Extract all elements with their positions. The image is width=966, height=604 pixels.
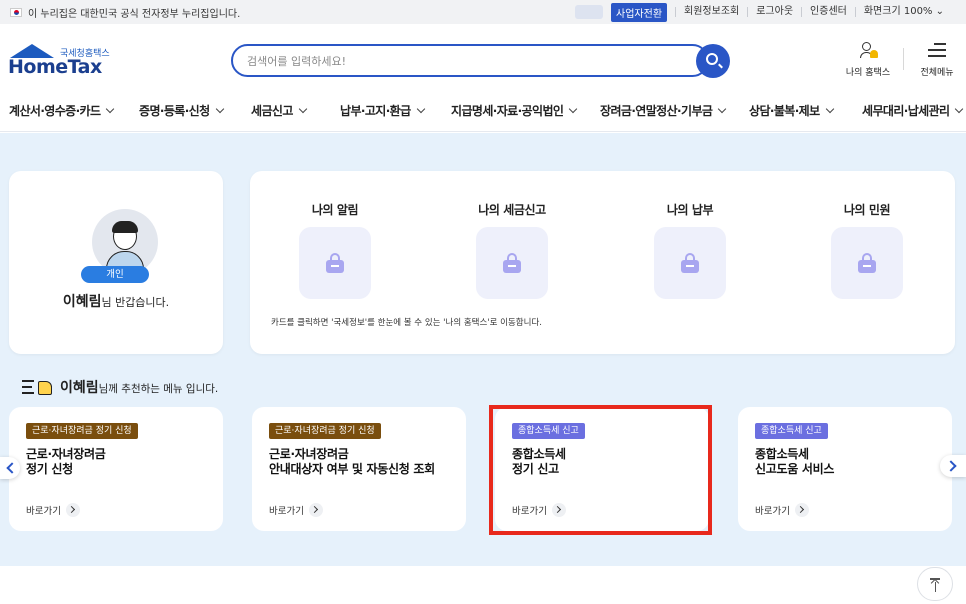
recommend-user-name: 이혜림	[60, 380, 99, 396]
search-box	[231, 44, 709, 77]
my-alert-column[interactable]: 나의 알림	[270, 201, 400, 299]
nav-item-consult[interactable]: 상담·불복·제보	[749, 102, 834, 119]
my-hometax-label: 나의 홈택스	[845, 68, 891, 78]
my-tax-report-column[interactable]: 나의 세금신고	[447, 201, 577, 299]
gov-banner: 이 누리집은 대한민국 공식 전자정부 누리집입니다. 사업자전환 회원정보조회…	[0, 0, 966, 24]
lock-icon	[681, 253, 699, 273]
recommend-card[interactable]: 근로·자녀장려금 정기 신청 근로·자녀장려금 정기 신청 바로가기	[9, 407, 223, 531]
my-payment-title: 나의 납부	[666, 203, 714, 217]
korea-flag-icon	[10, 7, 22, 17]
nav-item-tax-report[interactable]: 세금신고	[251, 102, 308, 119]
certificate-center-link[interactable]: 인증센터	[801, 7, 855, 17]
lock-icon	[326, 253, 344, 273]
scroll-to-top-button[interactable]	[917, 567, 953, 601]
zoom-label: 화면크기 100%	[863, 6, 933, 17]
logout-link[interactable]: 로그아웃	[747, 7, 801, 17]
nav-item-tax-agent[interactable]: 세무대리·납세관리	[862, 102, 964, 119]
chevron-down-icon	[825, 104, 834, 114]
greeting: 이혜림님 반갑습니다.	[9, 291, 223, 311]
hamburger-icon	[928, 42, 946, 58]
blurred-user-info	[575, 5, 604, 19]
main-nav: 계산서·영수증·카드 증명·등록·신청 세금신고 납부·고지·환급 지급명세·자…	[0, 94, 966, 132]
logo-text: HomeTax	[8, 56, 102, 78]
chevron-right-icon	[308, 503, 323, 517]
chevron-down-icon	[215, 104, 224, 114]
card-tag: 근로·자녀장려금 정기 신청	[26, 423, 138, 439]
user-type-badge: 개인	[81, 266, 149, 283]
chevron-right-icon	[794, 503, 809, 517]
card-title: 근로·자녀장려금 안내대상자 여부 및 자동신청 조회	[269, 447, 435, 476]
nav-item-incentive[interactable]: 장려금·연말정산·기부금	[600, 102, 727, 119]
arrow-up-icon	[930, 578, 940, 588]
recommend-card[interactable]: 근로·자녀장려금 정기 신청 근로·자녀장려금 안내대상자 여부 및 자동신청 조…	[252, 407, 466, 531]
my-tax-report-tile[interactable]	[476, 227, 548, 299]
recommend-card[interactable]: 종합소득세 신고 종합소득세 신고도움 서비스 바로가기	[738, 407, 952, 531]
my-payment-column[interactable]: 나의 납부	[625, 201, 755, 299]
chevron-down-icon	[298, 104, 308, 114]
card-tag: 종합소득세 신고	[755, 423, 828, 439]
card-tag: 근로·자녀장려금 정기 신청	[269, 423, 381, 439]
all-menu-button[interactable]: 전체메뉴	[915, 42, 959, 82]
gov-banner-text: 이 누리집은 대한민국 공식 전자정부 누리집입니다.	[28, 8, 241, 20]
zoom-select[interactable]: 화면크기 100% ⌄	[854, 6, 952, 17]
thumbs-up-icon	[22, 378, 54, 396]
chevron-down-icon	[718, 104, 727, 114]
chevron-right-icon	[65, 503, 80, 517]
search-input[interactable]	[247, 53, 687, 69]
my-civil-tile[interactable]	[831, 227, 903, 299]
nav-item-payment[interactable]: 납부·고지·환급	[340, 102, 425, 119]
recommend-heading: 이혜림 님께 추천하는 메뉴 입니다.	[22, 377, 218, 397]
business-switch-button[interactable]: 사업자전환	[611, 2, 668, 22]
my-hometax-note: 카드를 클릭하면 '국세정보'를 한눈에 볼 수 있는 '나의 홈택스'로 이동…	[271, 318, 542, 328]
header: 국세청홈택스 HomeTax 나의 홈택스 전체메뉴	[0, 24, 966, 94]
my-tax-report-title: 나의 세금신고	[478, 203, 546, 217]
nav-item-invoice[interactable]: 계산서·영수증·카드	[9, 102, 115, 119]
card-title: 종합소득세 신고도움 서비스	[755, 447, 835, 476]
search-button[interactable]	[696, 44, 730, 78]
go-link[interactable]: 바로가기	[26, 503, 80, 517]
highlight-box	[489, 405, 712, 535]
profile-card: 개인 이혜림님 반갑습니다.	[9, 171, 223, 354]
header-divider	[903, 48, 904, 70]
my-hometax-button[interactable]: 나의 홈택스	[840, 42, 896, 82]
my-alert-tile[interactable]	[299, 227, 371, 299]
greeting-text: 님 반갑습니다.	[101, 296, 170, 309]
my-payment-tile[interactable]	[654, 227, 726, 299]
search-icon	[706, 53, 718, 65]
user-name: 이혜림	[62, 294, 102, 310]
all-menu-label: 전체메뉴	[920, 68, 954, 78]
chevron-down-icon	[955, 104, 964, 114]
chevron-down-icon	[106, 104, 115, 114]
utility-links: 사업자전환 회원정보조회 로그아웃 인증센터 화면크기 100% ⌄	[575, 0, 952, 24]
my-alert-title: 나의 알림	[311, 203, 359, 217]
nav-item-payment-statement[interactable]: 지급명세·자료·공익법인	[451, 102, 578, 119]
my-hometax-card: 나의 알림 나의 세금신고 나의 납부 나의 민원 카드를 클릭하면 '국세정보…	[250, 171, 955, 354]
my-civil-title: 나의 민원	[843, 203, 891, 217]
user-bell-icon	[860, 42, 878, 58]
carousel-next-button[interactable]	[940, 455, 966, 477]
hometax-logo[interactable]: 국세청홈택스 HomeTax	[8, 44, 118, 82]
lock-icon	[858, 253, 876, 273]
lock-icon	[503, 253, 521, 273]
chevron-down-icon	[569, 104, 578, 114]
card-title: 근로·자녀장려금 정기 신청	[26, 447, 106, 476]
go-link[interactable]: 바로가기	[755, 503, 809, 517]
recommend-text: 님께 추천하는 메뉴 입니다.	[98, 383, 219, 395]
my-civil-column[interactable]: 나의 민원	[802, 201, 932, 299]
member-info-link[interactable]: 회원정보조회	[675, 7, 747, 17]
chevron-down-icon	[416, 104, 425, 114]
nav-item-certificate[interactable]: 증명·등록·신청	[139, 102, 224, 119]
go-link[interactable]: 바로가기	[269, 503, 323, 517]
